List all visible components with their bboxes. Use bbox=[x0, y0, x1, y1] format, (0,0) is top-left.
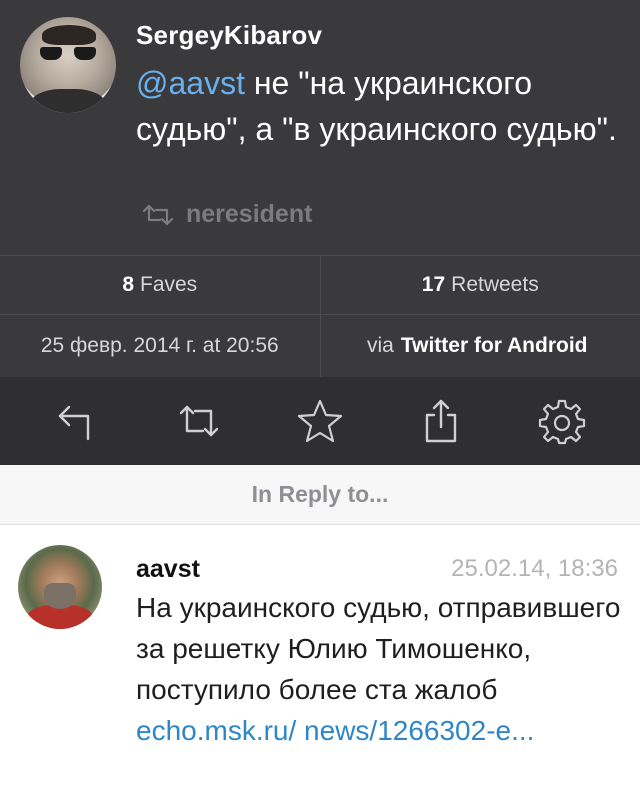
reply-text: На украинского судью, отправившего за ре… bbox=[136, 587, 626, 751]
share-icon bbox=[425, 399, 456, 443]
tweet-detail: SergeyKibarov @aavst не "на украинского … bbox=[0, 0, 640, 255]
stats-row: 8 Faves 17 Retweets bbox=[0, 255, 640, 315]
reply-timestamp: 25.02.14, 18:36 bbox=[451, 555, 618, 582]
tweet-text: @aavst не "на украинского судью", а "в у… bbox=[136, 60, 626, 152]
reply-username[interactable]: aavst bbox=[136, 555, 200, 584]
avatar[interactable] bbox=[20, 17, 116, 113]
reply-link[interactable]: echo.msk.ru/ news/1266302-e... bbox=[136, 715, 534, 746]
star-icon bbox=[297, 399, 343, 443]
favorite-button[interactable] bbox=[285, 386, 355, 456]
retweet-icon bbox=[179, 405, 219, 437]
tweet-source: via Twitter for Android bbox=[319, 315, 640, 377]
reply-icon bbox=[59, 405, 90, 441]
reply-avatar[interactable] bbox=[18, 545, 102, 629]
reply-tweet[interactable]: aavst 25.02.14, 18:36 На украинского суд… bbox=[0, 525, 640, 801]
meta-row: 25 февр. 2014 г. at 20:56 via Twitter for… bbox=[0, 315, 640, 377]
retweeted-by-name[interactable]: neresident bbox=[186, 200, 312, 229]
retweets-stat[interactable]: 17 Retweets bbox=[319, 256, 640, 314]
settings-button[interactable] bbox=[527, 386, 597, 456]
retweet-small-icon bbox=[142, 204, 174, 225]
in-reply-to-header[interactable]: In Reply to... bbox=[0, 465, 640, 525]
tweet-date: 25 февр. 2014 г. at 20:56 bbox=[40, 334, 279, 357]
mention-link[interactable]: @aavst bbox=[136, 65, 245, 101]
tweet-username[interactable]: SergeyKibarov bbox=[136, 20, 322, 51]
reply-button[interactable] bbox=[43, 386, 113, 456]
reply-body: На украинского судью, отправившего за ре… bbox=[136, 592, 621, 705]
action-toolbar bbox=[0, 377, 640, 465]
gear-icon bbox=[538, 399, 585, 445]
source-app[interactable]: Twitter for Android bbox=[401, 334, 588, 358]
share-button[interactable] bbox=[406, 386, 476, 456]
retweeted-by: neresident bbox=[140, 200, 312, 229]
faves-stat[interactable]: 8 Faves bbox=[0, 256, 320, 314]
retweet-button[interactable] bbox=[164, 386, 234, 456]
